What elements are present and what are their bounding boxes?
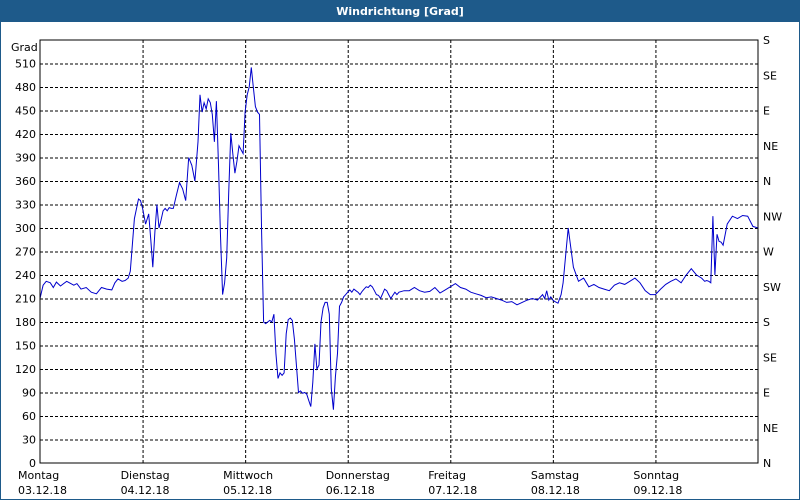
x-tick-day: Montag (18, 469, 59, 482)
x-tick-date: 07.12.18 (428, 484, 477, 497)
compass-tick-label: E (763, 387, 770, 400)
x-tick-day: Samstag (531, 469, 579, 482)
y-tick-label: 240 (15, 269, 36, 282)
x-tick-day: Sonntag (633, 469, 679, 482)
y-axis-left: 0306090120150180210240270300330360390420… (15, 58, 36, 471)
x-tick-day: Freitag (428, 469, 466, 482)
y-tick-label: 90 (22, 387, 36, 400)
y-axis-label: Grad (11, 41, 38, 54)
wind-direction-series-line (39, 67, 759, 410)
x-tick-date: 09.12.18 (633, 484, 682, 497)
y-tick-label: 330 (15, 199, 36, 212)
y-tick-label: 180 (15, 316, 36, 329)
x-tick-day: Dienstag (121, 469, 170, 482)
compass-tick-label: SE (763, 351, 777, 364)
y-tick-label: 510 (15, 58, 36, 71)
y-tick-label: 270 (15, 246, 36, 259)
x-tick-date: 04.12.18 (121, 484, 170, 497)
y-tick-label: 300 (15, 222, 36, 235)
compass-tick-label: E (763, 105, 770, 118)
wind-direction-chart: 0306090120150180210240270300330360390420… (11, 34, 782, 497)
y-tick-label: 480 (15, 81, 36, 94)
x-axis-days: Montag 03.12.18 Dienstag 04.12.18 Mittwoch 05… (18, 469, 682, 497)
y-tick-label: 420 (15, 128, 36, 141)
grid-lines (40, 40, 758, 463)
compass-tick-label: NE (763, 422, 778, 435)
x-tick-date: 08.12.18 (531, 484, 580, 497)
y-tick-label: 450 (15, 105, 36, 118)
x-tick-date: 06.12.18 (326, 484, 375, 497)
y-tick-label: 150 (15, 340, 36, 353)
y-tick-label: 60 (22, 410, 36, 423)
y-tick-label: 120 (15, 363, 36, 376)
y-tick-label: 360 (15, 175, 36, 188)
x-tick-day: Donnerstag (326, 469, 390, 482)
y-axis-right-compass: N NE E SE S SW W NW N NE E SE S (763, 34, 782, 470)
compass-tick-label: S (763, 34, 770, 47)
y-tick-label: 210 (15, 293, 36, 306)
y-tick-label: 30 (22, 434, 36, 447)
x-tick-day: Mittwoch (223, 469, 273, 482)
compass-tick-label: NW (763, 210, 782, 223)
compass-tick-label: W (763, 246, 774, 259)
x-tick-date: 05.12.18 (223, 484, 272, 497)
compass-tick-label: N (763, 457, 771, 470)
compass-tick-label: NE (763, 140, 778, 153)
y-tick-label: 390 (15, 152, 36, 165)
compass-tick-label: SW (763, 281, 781, 294)
x-tick-date: 03.12.18 (18, 484, 67, 497)
compass-tick-label: S (763, 316, 770, 329)
compass-tick-label: SE (763, 69, 777, 82)
compass-tick-label: N (763, 175, 771, 188)
